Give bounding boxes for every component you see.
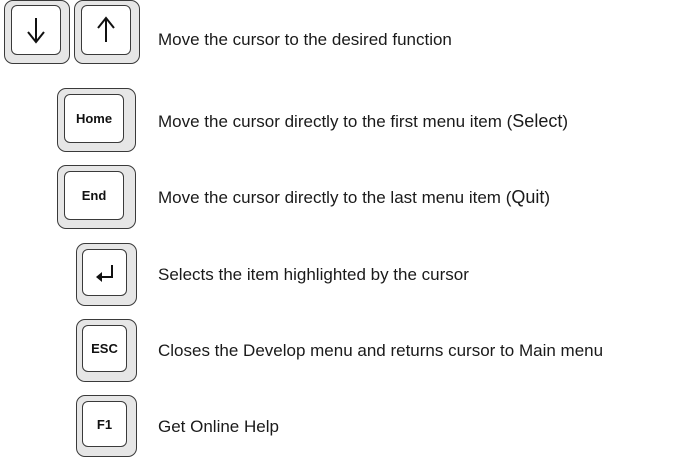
esc-key[interactable]: ESC [76,319,137,382]
end-key-description: Move the cursor directly to the last men… [158,187,550,208]
end-desc-end: ) [544,188,551,207]
up-arrow-key-face [81,5,131,55]
f1-key-description: Get Online Help [158,417,279,436]
enter-key[interactable] [76,243,137,306]
f1-key-face: F1 [82,401,127,447]
enter-key-face [82,249,127,296]
up-arrow-key[interactable] [74,0,140,64]
enter-key-description: Selects the item highlighted by the curs… [158,265,469,284]
end-desc-text: Move the cursor directly to the last men… [158,188,512,207]
esc-key-face: ESC [82,325,127,372]
arrow-up-icon [97,16,115,42]
end-key[interactable]: End [57,165,136,229]
home-key-description: Move the cursor directly to the first me… [158,111,568,132]
arrow-keys-description: Move the cursor to the desired function [158,30,452,49]
home-key-face: Home [64,94,124,143]
home-desc-end: ) [562,112,568,131]
arrow-down-icon [27,18,45,44]
end-key-face: End [64,171,124,220]
esc-key-description: Closes the Develop menu and returns curs… [158,341,604,360]
home-key[interactable]: Home [57,88,136,152]
home-desc-highlight: Select [512,111,563,131]
end-desc-highlight: Quit [511,187,545,207]
enter-icon [95,264,113,282]
home-desc-text: Move the cursor directly to the first me… [158,112,513,131]
down-arrow-key[interactable] [4,0,70,64]
f1-key[interactable]: F1 [76,395,137,457]
down-arrow-key-face [11,5,61,55]
